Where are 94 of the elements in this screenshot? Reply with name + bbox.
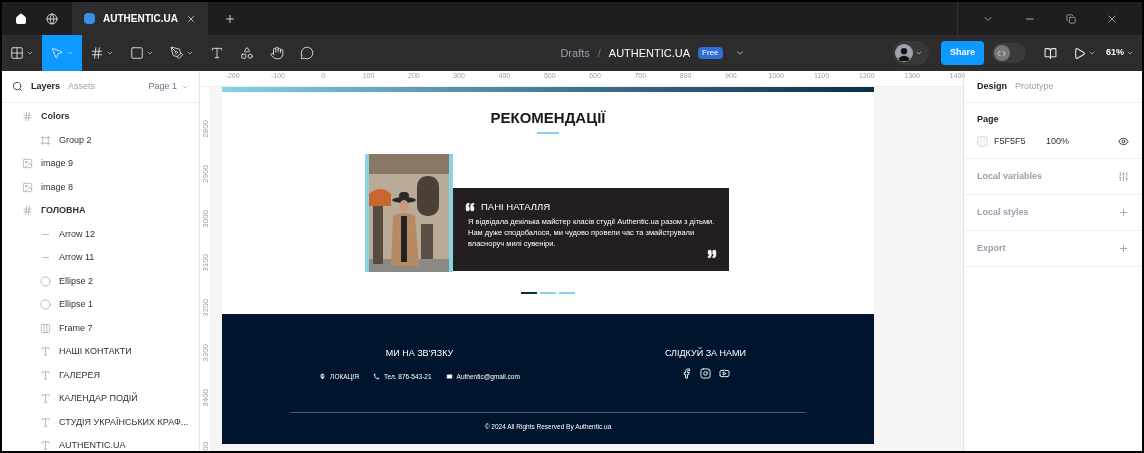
image-icon <box>22 181 33 193</box>
ellipse-icon <box>40 275 51 287</box>
restore-icon[interactable] <box>1066 13 1076 24</box>
ellipse-icon <box>40 299 51 311</box>
page-selector[interactable]: Page 1 <box>148 79 177 94</box>
phone-icon <box>372 373 380 381</box>
layer-item[interactable]: ГАЛЕРЕЯ <box>59 368 100 382</box>
text-icon <box>40 440 51 451</box>
zoom-level[interactable]: 61% <box>1106 46 1124 60</box>
ruler-label: 3200 <box>200 297 210 317</box>
location-icon <box>319 373 327 381</box>
new-tab-icon[interactable] <box>224 12 236 25</box>
layer-item[interactable]: СТУДІЯ УКРАЇНСЬКИХ КРАФ... <box>59 415 189 429</box>
heading-underline <box>537 131 559 134</box>
layer-item[interactable]: image 8 <box>41 180 74 194</box>
email-icon <box>445 373 453 381</box>
layer-item[interactable]: Group 2 <box>59 133 92 147</box>
text-icon <box>210 46 224 60</box>
layer-item[interactable]: Ellipse 2 <box>59 274 94 288</box>
caret-icon <box>66 49 74 57</box>
pen-icon <box>170 46 184 60</box>
hand-icon <box>270 46 284 60</box>
layer-item[interactable]: КАЛЕНДАР ПОДІЙ <box>59 392 138 406</box>
section-title: Page <box>977 113 1000 126</box>
shape-icon <box>130 46 144 60</box>
ruler-label: 3400 <box>200 387 210 407</box>
instagram-icon[interactable] <box>700 368 711 379</box>
panel-tab[interactable]: Layers <box>31 79 61 94</box>
text-icon <box>40 346 51 358</box>
ruler-label: 2800 <box>200 118 210 138</box>
layer-item[interactable]: Frame 7 <box>59 321 93 335</box>
dev-mode-toggle[interactable] <box>992 43 1026 63</box>
frame-icon <box>90 46 104 60</box>
youtube-icon[interactable] <box>719 368 730 379</box>
ruler-label: 2900 <box>200 163 210 183</box>
quote-icon <box>707 248 717 259</box>
layer-item[interactable]: НАШІ КОНТАКТИ <box>59 345 132 359</box>
main-menu-icon <box>10 46 24 60</box>
text-icon <box>40 416 51 428</box>
layer-item[interactable]: Ellipse 1 <box>59 298 94 312</box>
avatar-icon[interactable] <box>894 44 913 62</box>
globe-icon[interactable] <box>46 12 58 25</box>
play-icon[interactable] <box>1073 46 1086 60</box>
plan-badge: Free <box>698 47 723 59</box>
footer-heading: СЛІДКУЙ ЗА НАМИ <box>664 346 747 360</box>
ruler-label: 3000 <box>200 208 210 228</box>
caret-icon <box>106 49 114 57</box>
text-icon <box>40 393 51 405</box>
footer-heading: МИ НА ЗВ'ЯЗКУ <box>385 346 454 360</box>
eye-icon[interactable] <box>1118 135 1129 147</box>
text-icon <box>40 369 51 381</box>
ruler-label: 3100 <box>200 253 210 272</box>
caret-icon <box>26 49 34 57</box>
layer-item[interactable]: image 9 <box>41 157 74 171</box>
opacity-value[interactable]: 100% <box>1046 134 1070 148</box>
ruler-label: 00 <box>200 441 210 451</box>
code-icon <box>997 48 1007 58</box>
reviewer-name: ПАНІ НАТАЛЛЯ <box>481 199 551 214</box>
close-icon[interactable] <box>186 13 196 24</box>
book-icon[interactable] <box>1044 46 1057 60</box>
color-swatch[interactable] <box>977 135 988 147</box>
caret-icon[interactable] <box>1088 49 1096 57</box>
panel-tab[interactable]: Design <box>977 79 1007 94</box>
file-name[interactable]: AUTHENTIC.UA <box>608 44 691 62</box>
layer-item[interactable]: Arrow 12 <box>59 227 95 241</box>
caret-icon <box>146 49 154 57</box>
group-icon <box>40 134 51 146</box>
frame-icon <box>22 111 33 123</box>
caret-icon <box>186 49 194 57</box>
breadcrumb-folder[interactable]: Drafts <box>560 44 590 62</box>
file-icon <box>84 13 95 24</box>
sliders-icon[interactable] <box>1118 171 1129 182</box>
caret-icon <box>914 49 923 57</box>
resources-icon <box>240 46 254 60</box>
home-icon[interactable] <box>15 12 27 25</box>
move-icon <box>50 46 64 60</box>
layer-item[interactable]: AUTHENTIC.UA <box>59 439 126 451</box>
image-icon <box>22 158 33 170</box>
layer-item[interactable]: ГОЛОВНА <box>41 204 86 218</box>
caret-icon[interactable] <box>734 48 745 58</box>
color-value[interactable]: F5F5F5 <box>994 134 1046 148</box>
file-tab[interactable]: AUTHENTIC.UA <box>72 2 208 35</box>
columns-icon <box>40 322 51 334</box>
frame-icon <box>22 205 33 217</box>
breadcrumb-separator: / <box>597 45 601 61</box>
layer-item[interactable]: Colors <box>41 110 70 124</box>
facebook-icon[interactable] <box>681 368 692 379</box>
section-heading: РЕКОМЕНДАЦІЇ <box>490 108 606 128</box>
comment-icon <box>300 46 314 60</box>
layer-item[interactable]: Arrow 11 <box>59 251 95 265</box>
ruler-label: 3300 <box>200 342 210 362</box>
caret-icon[interactable] <box>1126 49 1134 57</box>
quote-icon <box>465 201 475 212</box>
search-icon[interactable] <box>12 81 23 92</box>
